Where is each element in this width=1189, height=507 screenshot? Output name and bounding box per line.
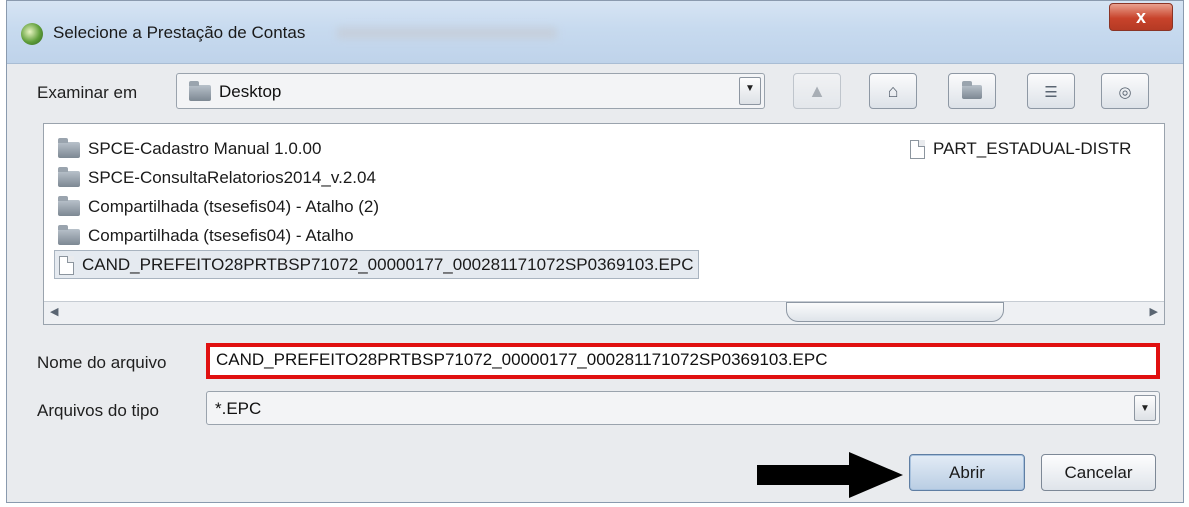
folder-icon bbox=[58, 224, 80, 245]
home-icon: ⌂ bbox=[887, 81, 899, 101]
filetype-value: *.EPC bbox=[215, 399, 262, 418]
cancel-button[interactable]: Cancelar bbox=[1041, 454, 1156, 491]
scroll-left-icon[interactable]: ◀ bbox=[50, 305, 58, 318]
look-in-combo[interactable]: Desktop ▼ bbox=[176, 73, 765, 109]
chevron-down-icon[interactable]: ▼ bbox=[739, 77, 761, 105]
chevron-down-icon[interactable]: ▼ bbox=[1134, 395, 1156, 421]
open-button[interactable]: Abrir bbox=[909, 454, 1025, 491]
list-item-label: CAND_PREFEITO28PRTBSP71072_00000177_0002… bbox=[82, 255, 694, 274]
scrollbar-thumb[interactable] bbox=[786, 302, 1004, 322]
list-item-label: Compartilhada (tsesefis04) - Atalho bbox=[88, 226, 354, 245]
up-folder-icon: ▲ bbox=[808, 81, 826, 101]
list-view-icon: ☰ bbox=[1044, 84, 1058, 101]
file-icon bbox=[910, 140, 925, 160]
list-item[interactable]: Compartilhada (tsesefis04) - Atalho (2) bbox=[58, 193, 379, 220]
filename-input[interactable]: CAND_PREFEITO28PRTBSP71072_00000177_0002… bbox=[206, 343, 1160, 379]
close-button[interactable]: x bbox=[1109, 3, 1173, 31]
blurred-title-detail bbox=[337, 27, 557, 39]
horizontal-scrollbar[interactable]: ◀ ▶ bbox=[44, 301, 1164, 324]
new-folder-icon bbox=[962, 81, 982, 100]
list-item-label: SPCE-ConsultaRelatorios2014_v.2.04 bbox=[88, 168, 376, 187]
list-view-button[interactable]: ☰ bbox=[1027, 73, 1075, 109]
list-item[interactable]: SPCE-ConsultaRelatorios2014_v.2.04 bbox=[58, 164, 376, 191]
file-chooser-dialog: Selecione a Prestação de Contas x Examin… bbox=[6, 0, 1184, 503]
folder-icon bbox=[58, 137, 80, 158]
app-emblem-icon bbox=[21, 23, 43, 45]
folder-icon bbox=[58, 195, 80, 216]
details-view-icon: ◎ bbox=[1118, 84, 1132, 101]
file-icon bbox=[59, 256, 74, 276]
list-item[interactable]: SPCE-Cadastro Manual 1.0.00 bbox=[58, 135, 321, 162]
dialog-title: Selecione a Prestação de Contas bbox=[53, 23, 306, 42]
up-folder-button[interactable]: ▲ bbox=[793, 73, 841, 109]
look-in-label: Examinar em bbox=[37, 83, 138, 102]
arrow-pointer-icon bbox=[757, 452, 903, 498]
home-button[interactable]: ⌂ bbox=[869, 73, 917, 109]
file-list[interactable]: SPCE-Cadastro Manual 1.0.00 SPCE-Consult… bbox=[43, 123, 1165, 325]
list-item[interactable]: PART_ESTADUAL-DISTR bbox=[910, 135, 1131, 162]
filename-label: Nome do arquivo bbox=[37, 353, 167, 372]
folder-icon bbox=[189, 81, 211, 101]
list-item-selected[interactable]: CAND_PREFEITO28PRTBSP71072_00000177_0002… bbox=[54, 250, 699, 279]
details-view-button[interactable]: ◎ bbox=[1101, 73, 1149, 109]
list-item-label: SPCE-Cadastro Manual 1.0.00 bbox=[88, 139, 322, 158]
filetype-combo[interactable]: *.EPC ▼ bbox=[206, 391, 1160, 425]
folder-icon bbox=[58, 166, 80, 187]
list-item-label: Compartilhada (tsesefis04) - Atalho (2) bbox=[88, 197, 380, 216]
list-item[interactable]: Compartilhada (tsesefis04) - Atalho bbox=[58, 222, 354, 249]
filetype-label: Arquivos do tipo bbox=[37, 401, 159, 420]
scroll-right-icon[interactable]: ▶ bbox=[1150, 305, 1158, 318]
title-bar: Selecione a Prestação de Contas x bbox=[7, 1, 1183, 64]
list-item-label: PART_ESTADUAL-DISTR bbox=[933, 139, 1132, 158]
new-folder-button[interactable] bbox=[948, 73, 996, 109]
look-in-value: Desktop bbox=[219, 82, 282, 101]
